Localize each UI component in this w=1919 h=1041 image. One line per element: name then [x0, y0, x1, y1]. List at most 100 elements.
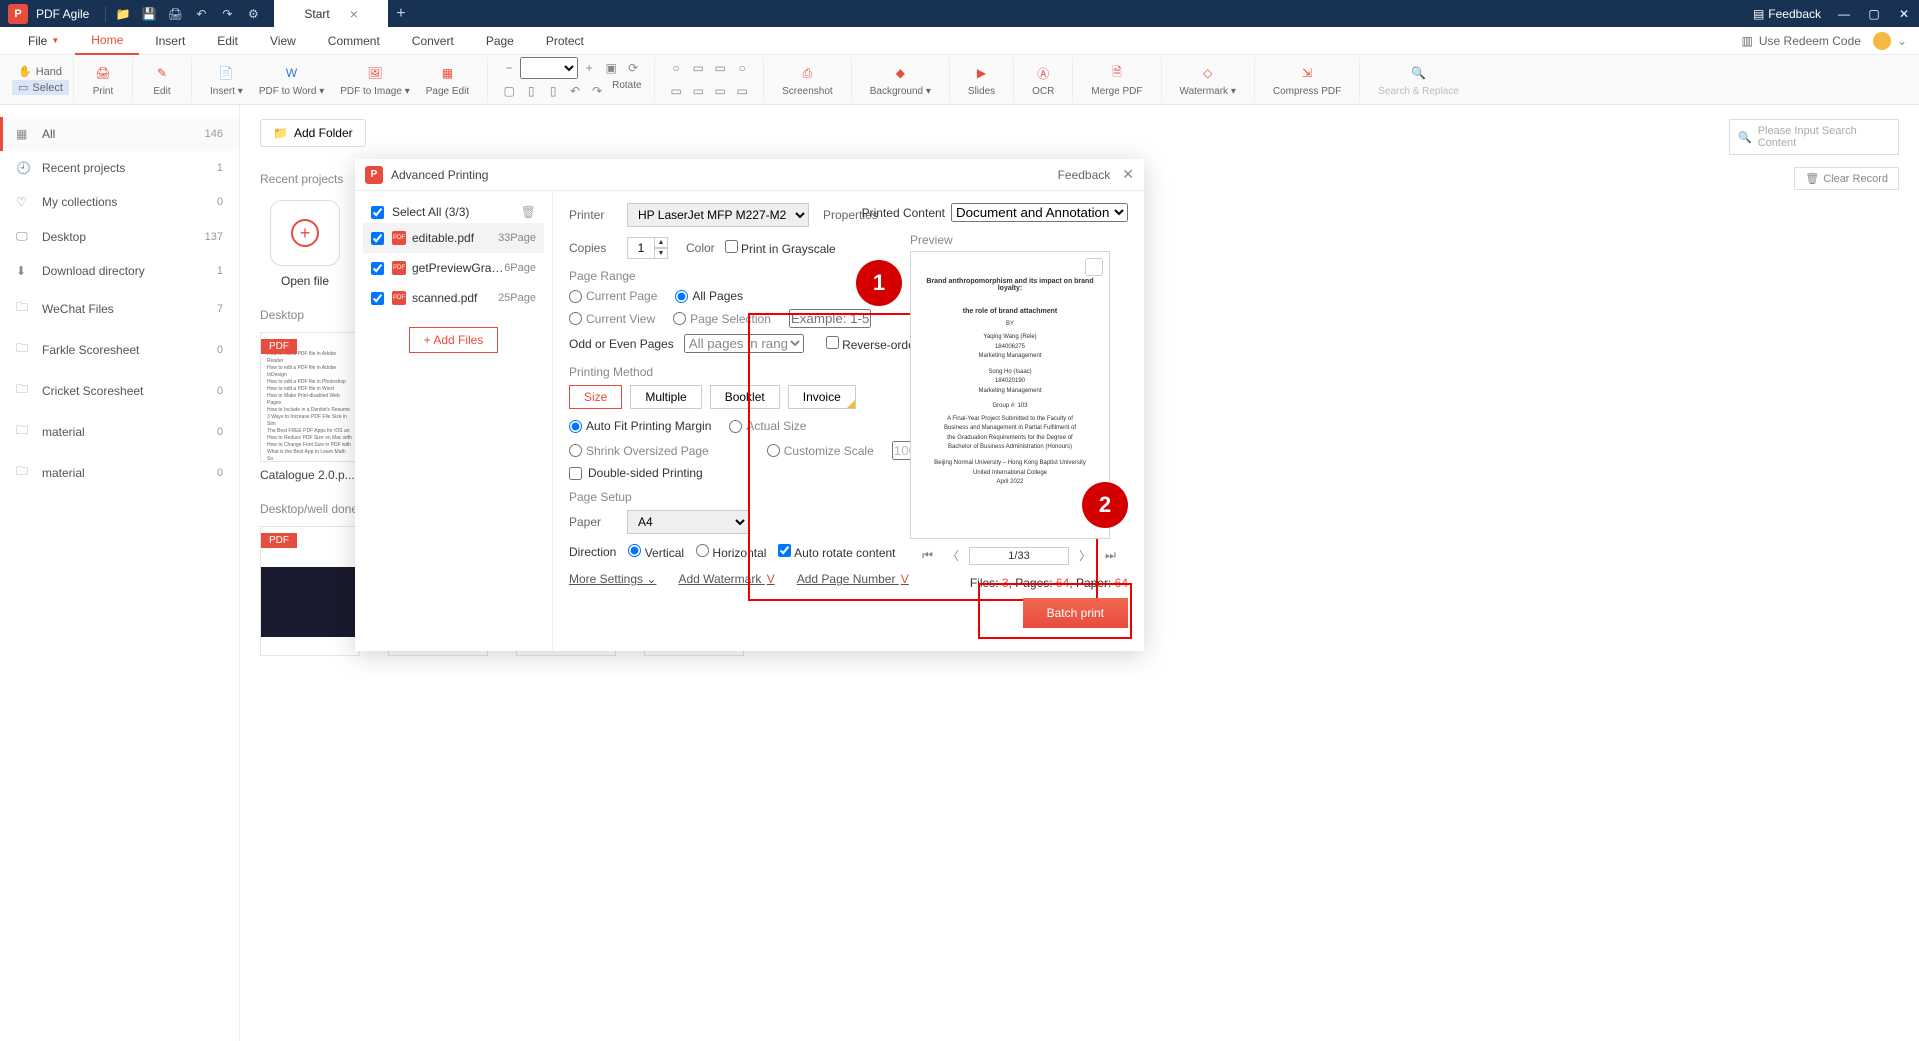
fit-width-icon[interactable]: ▣: [600, 57, 622, 79]
ribbon-page-edit[interactable]: ▦Page Edit: [418, 60, 477, 99]
reverse-order-checkbox[interactable]: [826, 336, 839, 349]
add-folder-button[interactable]: 📁 Add Folder: [260, 119, 366, 147]
double-sided-checkbox[interactable]: [569, 467, 582, 480]
page-selection-radio[interactable]: [673, 312, 686, 325]
copies-down-button[interactable]: ▼: [654, 248, 668, 259]
ribbon-watermark[interactable]: ◇Watermark ▾: [1172, 60, 1244, 99]
ribbon-background[interactable]: ◆Background ▾: [862, 60, 939, 99]
select-tool[interactable]: ▭ Select: [12, 80, 69, 95]
dialog-close-button[interactable]: ✕: [1122, 166, 1134, 183]
menu-insert[interactable]: Insert: [139, 28, 201, 54]
file-thumb[interactable]: PDF: [260, 526, 360, 656]
open-icon[interactable]: 📁: [110, 1, 136, 27]
ribbon-pdf2word[interactable]: WPDF to Word ▾: [251, 60, 332, 99]
batch-print-button[interactable]: Batch print: [1023, 598, 1128, 628]
sidebar-item-cricket[interactable]: 🗀Cricket Scoresheet0: [0, 370, 239, 411]
last-page-button[interactable]: ⏭: [1101, 546, 1120, 565]
tab-start[interactable]: Start ×: [274, 0, 388, 27]
clear-record-button[interactable]: 🗑 Clear Record: [1794, 167, 1899, 190]
printed-content-select[interactable]: Document and Annotation: [951, 203, 1128, 222]
paper-select[interactable]: A4: [627, 510, 749, 534]
undo-icon[interactable]: ↶: [188, 1, 214, 27]
menu-edit[interactable]: Edit: [201, 28, 254, 54]
search-input[interactable]: 🔍 Please Input Search Content: [1729, 119, 1899, 155]
first-page-button[interactable]: ⏮: [918, 546, 937, 565]
add-files-button[interactable]: + Add Files: [409, 327, 499, 353]
menu-home[interactable]: Home: [75, 27, 139, 55]
annot7-icon[interactable]: ▭: [709, 80, 731, 102]
menu-protect[interactable]: Protect: [530, 28, 600, 54]
select-all-checkbox[interactable]: [371, 206, 384, 219]
feedback-link[interactable]: ▤ Feedback: [1753, 7, 1821, 21]
next-page-button[interactable]: 〉: [1075, 545, 1095, 566]
vertical-radio[interactable]: [628, 544, 641, 557]
sidebar-item-recent[interactable]: 🕘Recent projects1: [0, 151, 239, 185]
method-invoice-button[interactable]: Invoice: [788, 385, 856, 409]
menu-view[interactable]: View: [254, 28, 312, 54]
copies-input[interactable]: [627, 237, 655, 259]
annot5-icon[interactable]: ▭: [665, 80, 687, 102]
layout2-icon[interactable]: ▯: [542, 80, 564, 102]
fit-page-icon[interactable]: ▢: [498, 80, 520, 102]
ribbon-search-replace[interactable]: 🔍Search & Replace: [1370, 60, 1467, 99]
all-pages-radio[interactable]: [675, 290, 688, 303]
menu-file[interactable]: File ▼: [12, 28, 75, 54]
odd-even-select[interactable]: All pages in range: [684, 334, 804, 353]
chevron-down-icon[interactable]: ⌄: [1897, 34, 1907, 48]
file-checkbox[interactable]: [371, 232, 384, 245]
autofit-radio[interactable]: [569, 420, 582, 433]
window-maximize-button[interactable]: ▢: [1859, 0, 1889, 27]
redeem-code-link[interactable]: ▥ Use Redeem Code: [1742, 34, 1861, 48]
ribbon-ocr[interactable]: ⒶOCR: [1024, 60, 1062, 99]
more-settings-link[interactable]: More Settings ⌄: [569, 572, 656, 586]
ribbon-screenshot[interactable]: ⎙Screenshot: [774, 60, 841, 99]
method-multiple-button[interactable]: Multiple: [630, 385, 701, 409]
rotate-right-icon[interactable]: ↷: [586, 80, 608, 102]
window-close-button[interactable]: ✕: [1889, 0, 1919, 27]
ribbon-insert[interactable]: 📄Insert ▾: [202, 60, 251, 99]
page-selection-input[interactable]: [789, 309, 871, 328]
sidebar-item-material1[interactable]: 🗀material0: [0, 411, 239, 452]
layout1-icon[interactable]: ▯: [520, 80, 542, 102]
ribbon-slides[interactable]: ▶Slides: [960, 60, 1003, 99]
window-minimize-button[interactable]: —: [1829, 0, 1859, 27]
method-size-button[interactable]: Size: [569, 385, 622, 409]
redo-icon[interactable]: ↷: [214, 1, 240, 27]
sidebar-item-material2[interactable]: 🗀material0: [0, 452, 239, 493]
menu-page[interactable]: Page: [470, 28, 530, 54]
settings-icon[interactable]: ⚙: [240, 1, 266, 27]
dialog-feedback-link[interactable]: Feedback: [1058, 168, 1111, 182]
annot1-icon[interactable]: ○: [665, 57, 687, 79]
file-checkbox[interactable]: [371, 292, 384, 305]
annot3-icon[interactable]: ▭: [709, 57, 731, 79]
add-page-number-link[interactable]: Add Page Number V: [797, 572, 909, 586]
preview-expand-icon[interactable]: [1085, 258, 1103, 276]
ribbon-print[interactable]: 🖨Print: [84, 60, 122, 99]
auto-rotate-checkbox[interactable]: [778, 544, 791, 557]
open-file-tile[interactable]: + Open file: [260, 200, 350, 288]
sidebar-item-farkle[interactable]: 🗀Farkle Scoresheet0: [0, 329, 239, 370]
zoom-in-icon[interactable]: +: [578, 57, 600, 79]
zoom-out-icon[interactable]: −: [498, 57, 520, 79]
rotate-left-icon[interactable]: ↶: [564, 80, 586, 102]
user-avatar[interactable]: [1873, 32, 1891, 50]
printer-select[interactable]: HP LaserJet MFP M227-M231 PCL-6: [627, 203, 809, 227]
zoom-select[interactable]: [520, 57, 578, 79]
annot2-icon[interactable]: ▭: [687, 57, 709, 79]
file-checkbox[interactable]: [371, 262, 384, 275]
horizontal-radio[interactable]: [696, 544, 709, 557]
prev-page-button[interactable]: 〈: [943, 545, 963, 566]
copies-up-button[interactable]: ▲: [654, 237, 668, 248]
annot4-icon[interactable]: ○: [731, 57, 753, 79]
menu-convert[interactable]: Convert: [396, 28, 470, 54]
print-icon[interactable]: 🖨: [162, 1, 188, 27]
add-watermark-link[interactable]: Add Watermark V: [678, 572, 774, 586]
annot8-icon[interactable]: ▭: [731, 80, 753, 102]
hand-tool[interactable]: ✋ Hand: [12, 64, 69, 79]
tab-close-icon[interactable]: ×: [350, 6, 358, 22]
rotate-tool[interactable]: ⟳: [622, 57, 644, 79]
menu-comment[interactable]: Comment: [312, 28, 396, 54]
shrink-radio[interactable]: [569, 444, 582, 457]
current-page-radio[interactable]: [569, 290, 582, 303]
custom-scale-radio[interactable]: [767, 444, 780, 457]
